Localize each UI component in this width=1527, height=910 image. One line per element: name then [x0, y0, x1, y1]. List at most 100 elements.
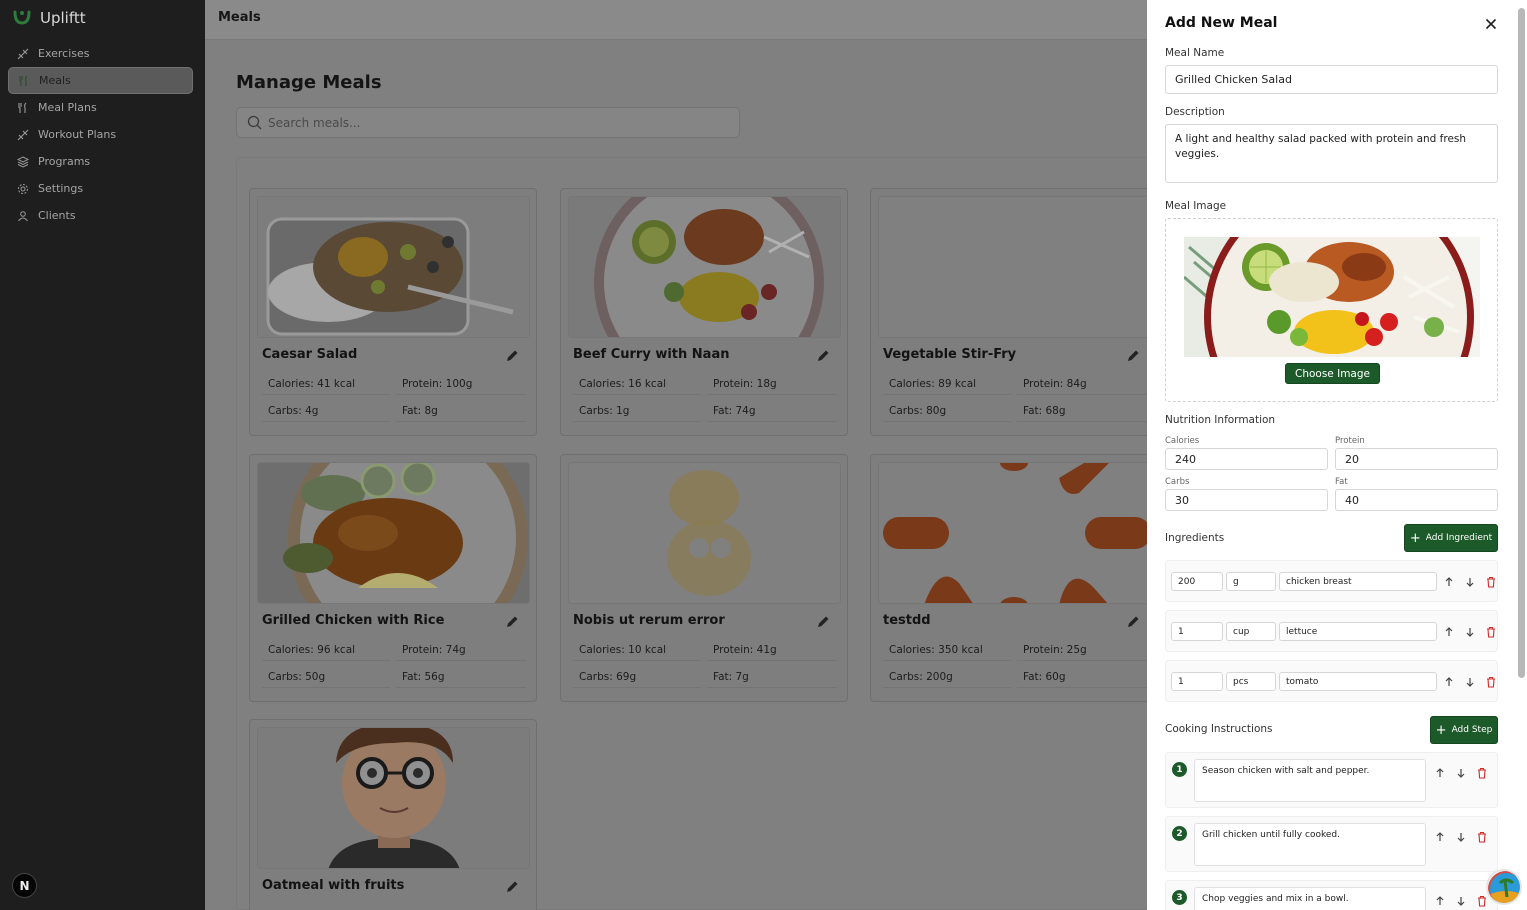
trash-icon[interactable] — [1476, 767, 1488, 779]
meal-fat: Fat: 8g — [396, 400, 526, 422]
assistant-avatar-button[interactable] — [1486, 869, 1522, 905]
meal-name-input[interactable]: Grilled Chicken Salad — [1165, 65, 1498, 94]
search-input[interactable] — [268, 115, 708, 130]
brand[interactable]: Upliftt — [12, 8, 86, 28]
close-icon[interactable] — [1483, 16, 1499, 32]
sidebar-item-workout-plans[interactable]: Workout Plans — [8, 121, 193, 148]
step-number: 3 — [1172, 890, 1187, 905]
meal-name: testdd — [883, 613, 931, 628]
meal-protein: Protein: 41g — [707, 639, 837, 661]
ingredient-qty-input[interactable]: 200 — [1171, 572, 1223, 591]
meal-image — [568, 196, 841, 338]
arrow-up-icon[interactable] — [1443, 576, 1455, 588]
protein-input[interactable]: 20 — [1335, 448, 1498, 470]
meal-calories: Calories: 41 kcal — [262, 373, 390, 395]
add-step-button[interactable]: + Add Step — [1430, 716, 1498, 744]
meal-card[interactable]: Nobis ut rerum error Calories: 10 kcal P… — [560, 454, 848, 702]
sidebar-item-exercises[interactable]: Exercises — [8, 40, 193, 67]
drawer-title: Add New Meal — [1165, 15, 1278, 31]
edit-icon[interactable] — [815, 348, 831, 364]
choose-image-button[interactable]: Choose Image — [1285, 363, 1380, 384]
meal-card[interactable]: Grilled Chicken with Rice Calories: 96 k… — [249, 454, 537, 702]
meal-name: Vegetable Stir-Fry — [883, 347, 1017, 362]
meal-carbs: Carbs: 69g — [573, 666, 701, 688]
ingredient-name-input[interactable]: tomato — [1279, 672, 1437, 691]
meal-card[interactable]: testdd Calories: 350 kcal Protein: 25g C… — [870, 454, 1151, 702]
edit-icon[interactable] — [815, 614, 831, 630]
arrow-up-icon[interactable] — [1443, 626, 1455, 638]
arrow-up-icon[interactable] — [1434, 831, 1446, 843]
cooking-instructions-label: Cooking Instructions — [1165, 723, 1273, 735]
fat-input[interactable]: 40 — [1335, 489, 1498, 511]
ingredient-name-input[interactable]: lettuce — [1279, 622, 1437, 641]
ingredient-name-input[interactable]: chicken breast — [1279, 572, 1437, 591]
add-ingredient-button[interactable]: + Add Ingredient — [1404, 524, 1498, 552]
ingredient-qty-input[interactable]: 1 — [1171, 672, 1223, 691]
sidebar-nav: Exercises Meals Meal Plans Workout Plans… — [8, 40, 193, 229]
meal-fat: Fat: 68g — [1017, 400, 1147, 422]
dev-tools-badge[interactable]: N — [12, 873, 37, 898]
arrow-down-icon[interactable] — [1455, 895, 1467, 907]
ingredient-unit-input[interactable]: g — [1226, 572, 1276, 591]
arrow-down-icon[interactable] — [1464, 576, 1476, 588]
workout-plans-icon — [17, 129, 29, 140]
edit-icon[interactable] — [504, 614, 520, 630]
trash-icon[interactable] — [1476, 895, 1488, 907]
carbs-input[interactable]: 30 — [1165, 489, 1328, 511]
sidebar-item-clients[interactable]: Clients — [8, 202, 193, 229]
ingredient-unit-input[interactable]: pcs — [1226, 672, 1276, 691]
arrow-up-icon[interactable] — [1443, 676, 1455, 688]
ingredient-qty-input[interactable]: 1 — [1171, 622, 1223, 641]
edit-icon[interactable] — [1125, 614, 1141, 630]
edit-icon[interactable] — [504, 348, 520, 364]
exercises-icon — [17, 48, 29, 59]
description-textarea[interactable]: A light and healthy salad packed with pr… — [1165, 124, 1498, 183]
trash-icon[interactable] — [1485, 626, 1497, 638]
arrow-up-icon[interactable] — [1434, 895, 1446, 907]
step-textarea[interactable]: Chop veggies and mix in a bowl. — [1194, 887, 1426, 910]
arrow-down-icon[interactable] — [1464, 626, 1476, 638]
calories-input[interactable]: 240 — [1165, 448, 1328, 470]
edit-icon[interactable] — [504, 879, 520, 895]
sidebar-item-label: Exercises — [38, 47, 90, 60]
image-upload-area[interactable]: Choose Image — [1165, 218, 1498, 402]
step-textarea[interactable]: Grill chicken until fully cooked. — [1194, 823, 1426, 866]
trash-icon[interactable] — [1476, 831, 1488, 843]
edit-icon[interactable] — [1125, 348, 1141, 364]
meal-image-label: Meal Image — [1165, 200, 1227, 212]
meal-carbs: Carbs: 4g — [262, 400, 390, 422]
calories-label: Calories — [1165, 436, 1200, 446]
drawer-scrollbar[interactable] — [1518, 8, 1525, 678]
meal-image — [257, 727, 530, 869]
search-bar[interactable] — [236, 107, 740, 138]
meal-fat: Fat: 74g — [707, 400, 837, 422]
add-ingredient-label: Add Ingredient — [1425, 533, 1493, 543]
meal-image — [257, 196, 530, 338]
meal-protein: Protein: 74g — [396, 639, 526, 661]
meal-calories: Calories: 350 kcal — [883, 639, 1011, 661]
sidebar-item-meals[interactable]: Meals — [8, 67, 193, 94]
arrow-down-icon[interactable] — [1455, 767, 1467, 779]
meal-card[interactable]: Vegetable Stir-Fry Calories: 89 kcal Pro… — [870, 188, 1151, 436]
meal-image-preview — [1184, 237, 1480, 357]
arrow-down-icon[interactable] — [1455, 831, 1467, 843]
arrow-down-icon[interactable] — [1464, 676, 1476, 688]
trash-icon[interactable] — [1485, 576, 1497, 588]
meal-card[interactable]: Caesar Salad Calories: 41 kcal Protein: … — [249, 188, 537, 436]
meal-card[interactable]: Beef Curry with Naan Calories: 16 kcal P… — [560, 188, 848, 436]
meal-image — [257, 462, 530, 604]
meal-name-label: Meal Name — [1165, 47, 1225, 59]
sidebar-item-label: Clients — [38, 209, 76, 222]
sidebar-item-meal-plans[interactable]: Meal Plans — [8, 94, 193, 121]
description-label: Description — [1165, 106, 1225, 118]
sidebar-item-settings[interactable]: Settings — [8, 175, 193, 202]
trash-icon[interactable] — [1485, 676, 1497, 688]
step-textarea[interactable]: Season chicken with salt and pepper. — [1194, 759, 1426, 802]
meal-protein: Protein: 25g — [1017, 639, 1147, 661]
meal-card[interactable]: Oatmeal with fruits — [249, 719, 537, 910]
search-icon — [247, 115, 262, 130]
sidebar-item-programs[interactable]: Programs — [8, 148, 193, 175]
ingredient-unit-input[interactable]: cup — [1226, 622, 1276, 641]
clients-icon — [18, 210, 28, 221]
arrow-up-icon[interactable] — [1434, 767, 1446, 779]
